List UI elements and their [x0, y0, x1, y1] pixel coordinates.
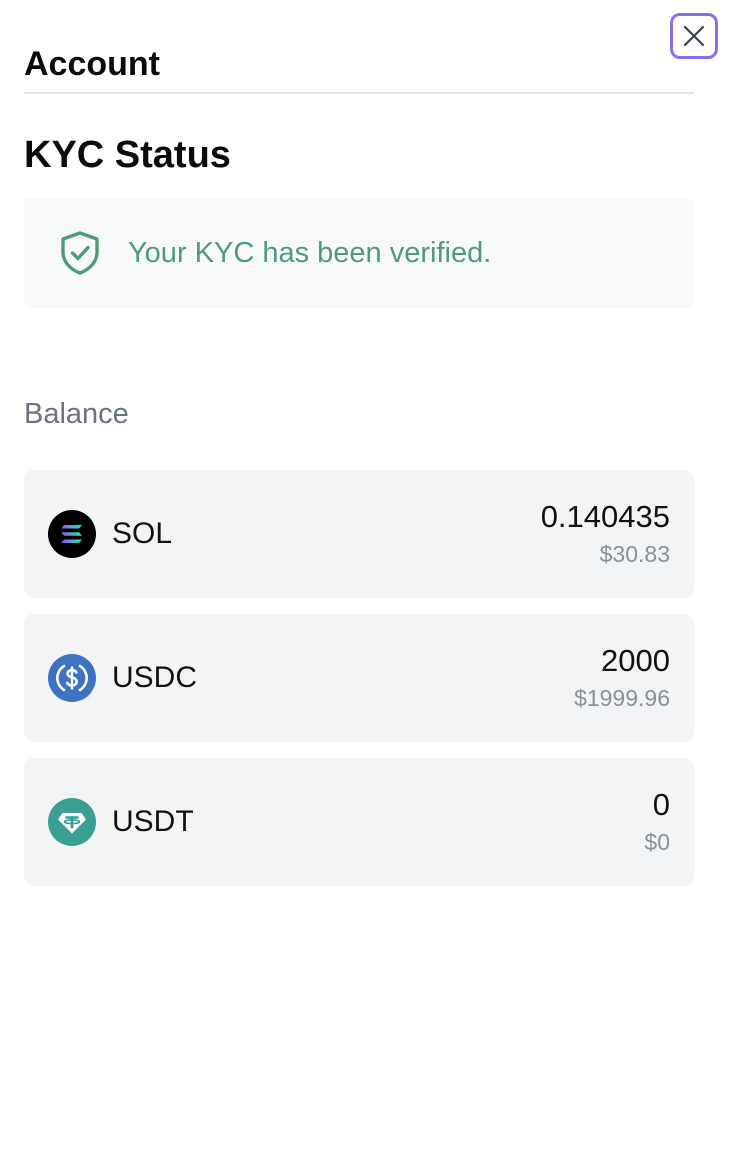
token-symbol: USDC: [112, 661, 198, 694]
kyc-status-message: Your KYC has been verified.: [128, 237, 492, 269]
token-row-sol[interactable]: SOL 0.140435 $30.83: [24, 470, 694, 598]
solana-icon: [48, 510, 96, 558]
token-usd-value: $0: [644, 829, 670, 855]
token-values: 2000 $1999.96: [574, 643, 670, 713]
token-symbol: SOL: [112, 517, 173, 550]
shield-check-icon: [61, 231, 99, 275]
account-panel: Account KYC Status Your KYC has been ver…: [0, 0, 742, 1162]
page-title: Account: [24, 45, 160, 83]
kyc-status-box: Your KYC has been verified.: [24, 198, 694, 308]
token-symbol: USDT: [112, 805, 194, 838]
balance-label: Balance: [24, 398, 129, 430]
token-amount: 0: [652, 787, 670, 822]
token-row-usdc[interactable]: USDC 2000 $1999.96: [24, 614, 694, 742]
token-row-usdt[interactable]: USDT 0 $0: [24, 758, 694, 886]
kyc-status-title: KYC Status: [24, 134, 231, 176]
token-values: 0.140435 $30.83: [541, 499, 670, 569]
account-header: Account: [24, 44, 694, 94]
token-list: SOL 0.140435 $30.83 USDC 2000 $1999.96 U…: [24, 470, 694, 902]
token-values: 0 $0: [644, 787, 670, 857]
usdt-icon: [48, 798, 96, 846]
token-usd-value: $1999.96: [574, 685, 670, 711]
usdc-icon: [48, 654, 96, 702]
token-usd-value: $30.83: [599, 541, 670, 567]
token-amount: 2000: [601, 643, 670, 678]
token-amount: 0.140435: [540, 499, 670, 534]
